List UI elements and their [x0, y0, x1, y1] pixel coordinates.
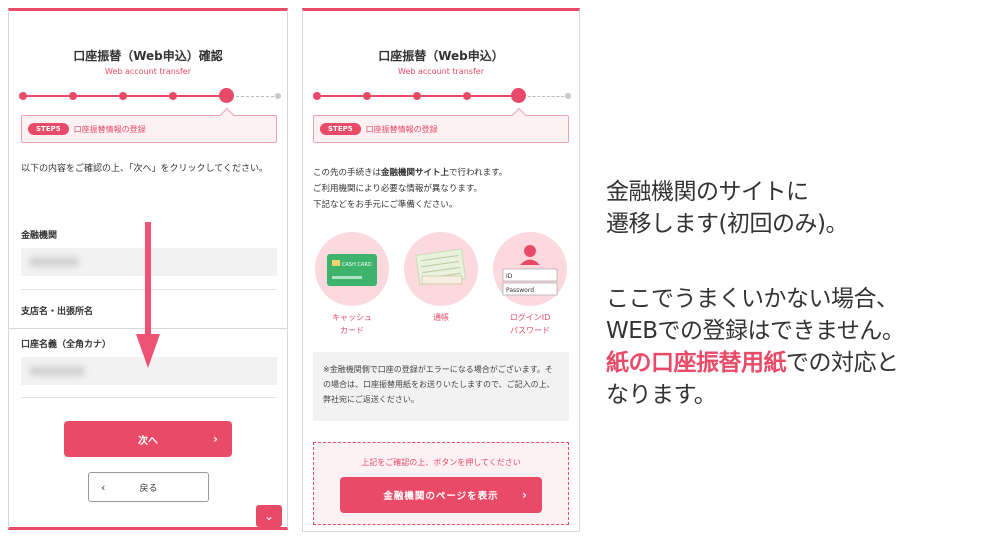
arrow-down-icon — [136, 334, 160, 368]
passbook-icon — [404, 232, 478, 306]
step-indicator: STEP5 口座振替情報の登録 — [21, 115, 277, 143]
show-bank-page-button[interactable]: 金融機関のページを表示 › — [340, 477, 542, 513]
bank-button-label: 金融機関のページを表示 — [383, 491, 499, 502]
step-label: 口座振替情報の登録 — [365, 124, 438, 134]
chevron-right-icon: › — [522, 488, 528, 502]
svg-text:CASH CARD: CASH CARD — [342, 262, 372, 268]
page-subtitle: Web account transfer — [105, 67, 191, 76]
arrow-shaft — [145, 222, 151, 340]
passbook-label: 通帳 — [433, 313, 449, 322]
step-progress — [19, 88, 281, 103]
svg-text:ID: ID — [506, 273, 513, 280]
step-indicator: STEP5 口座振替情報の登録 — [313, 115, 569, 143]
intro-text: この先の手続きは金融機関サイト上で行われます。 ご利用機関により必要な情報が異な… — [313, 168, 508, 210]
next-button[interactable]: 次へ › — [64, 421, 232, 457]
cash-card-illustration: CASH CARD — [315, 232, 389, 306]
page-subtitle: Web account transfer — [398, 67, 484, 76]
step-pill: STEP5 — [320, 123, 361, 135]
paper-form-highlight: 紙の口座振替用紙 — [606, 350, 787, 376]
confirm-area: 上記をご確認の上、ボタンを押してください 金融機関のページを表示 › — [313, 442, 569, 525]
cash-card-label: キャッシュ カード — [332, 313, 372, 335]
back-button[interactable]: ‹ 戻る — [88, 472, 209, 502]
step-label: 口座振替情報の登録 — [73, 124, 146, 134]
step-pill: STEP5 — [28, 123, 69, 135]
explanation-text-2: ここでうまくいかない場合、 WEBでの登録はできません。 紙の口座振替用紙での対… — [606, 286, 905, 408]
next-button-label: 次へ — [138, 435, 158, 447]
chevron-right-icon: › — [213, 432, 218, 446]
chevron-left-icon: ‹ — [101, 480, 106, 494]
scroll-down-button[interactable]: ⌄ — [256, 505, 282, 527]
field-label-account-name: 口座名義（全角カナ） — [21, 340, 112, 350]
note-box: ※金融機関側で口座の登録がエラーになる場合がございます。その場合は、口座振替用紙… — [313, 352, 569, 421]
page-title: 口座振替（Web申込） — [378, 49, 504, 63]
back-button-label: 戻る — [139, 483, 158, 494]
step-progress — [313, 88, 571, 103]
bank-redirect-screen: 口座振替（Web申込） Web account transfer STEP5 口… — [302, 8, 580, 532]
confirm-text: 上記をご確認の上、ボタンを押してください — [361, 458, 521, 467]
field-label-bank: 金融機関 — [21, 231, 58, 241]
explanation-text-1: 金融機関のサイトに 遷移します(初回のみ)。 — [606, 179, 848, 237]
page-title: 口座振替（Web申込）確認 — [73, 49, 223, 63]
field-label-branch: 支店名・出張所名 — [21, 307, 94, 317]
chevron-down-icon: ⌄ — [263, 509, 275, 523]
instruction-text: 以下の内容をご確認の上、「次へ」をクリックしてください。 — [21, 164, 268, 174]
login-label: ログインID パスワード — [509, 313, 551, 335]
login-credentials-icon: ID Password — [493, 232, 567, 306]
svg-text:Password: Password — [506, 287, 534, 294]
